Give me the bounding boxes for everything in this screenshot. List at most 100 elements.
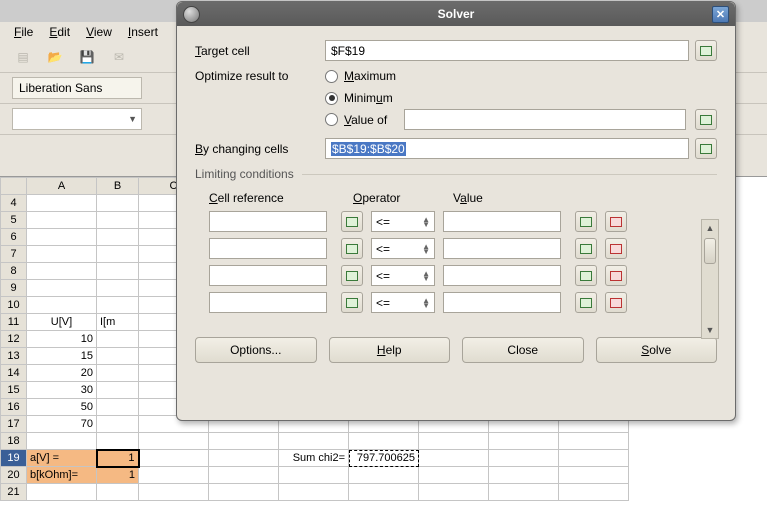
col-header-A[interactable]: A (27, 178, 97, 195)
row-header[interactable]: 21 (1, 484, 27, 501)
row-header[interactable]: 12 (1, 331, 27, 348)
operator-select[interactable]: <=▲▼ (371, 265, 435, 286)
row-header[interactable]: 4 (1, 195, 27, 212)
shrink-icon (580, 244, 592, 254)
cell[interactable]: 30 (27, 382, 97, 399)
cell[interactable]: U[V] (27, 314, 97, 331)
operator-select[interactable]: <=▲▼ (371, 292, 435, 313)
value-input[interactable] (443, 238, 561, 259)
operator-select[interactable]: <=▲▼ (371, 211, 435, 232)
row-header[interactable]: 6 (1, 229, 27, 246)
conditions-scrollbar[interactable]: ▲ ▼ (701, 219, 719, 339)
row-header[interactable]: 18 (1, 433, 27, 450)
row-header[interactable]: 14 (1, 365, 27, 382)
row-header[interactable]: 17 (1, 416, 27, 433)
cell[interactable]: b[kOhm]= (27, 467, 97, 484)
row-header[interactable]: 10 (1, 297, 27, 314)
dialog-titlebar[interactable]: Solver ✕ (177, 2, 735, 26)
target-cell-label: Target cell (195, 44, 325, 58)
mail-icon[interactable]: ✉ (108, 46, 130, 68)
shrink-icon (346, 271, 358, 281)
radio-maximum[interactable] (325, 70, 338, 83)
row-header[interactable]: 15 (1, 382, 27, 399)
cell[interactable]: a[V] = (27, 450, 97, 467)
radio-minimum[interactable] (325, 92, 338, 105)
save-icon[interactable]: 💾 (76, 46, 98, 68)
new-icon[interactable]: ▤ (12, 46, 34, 68)
cellref-picker[interactable] (341, 292, 363, 313)
radio-valueof-label: Value of (344, 113, 387, 127)
cellref-input[interactable] (209, 292, 327, 313)
value-picker[interactable] (575, 211, 597, 232)
close-icon[interactable]: ✕ (712, 6, 729, 23)
value-input[interactable] (443, 211, 561, 232)
value-picker[interactable] (575, 265, 597, 286)
delete-condition-button[interactable] (605, 265, 627, 286)
cell-active[interactable]: 1 (97, 450, 139, 467)
row-header-selected[interactable]: 19 (1, 450, 27, 467)
delete-condition-button[interactable] (605, 238, 627, 259)
row-header[interactable]: 20 (1, 467, 27, 484)
help-button[interactable]: Help (329, 337, 451, 363)
radio-valueof[interactable] (325, 113, 338, 126)
condition-row: <=▲▼ (209, 211, 717, 232)
cell[interactable]: I[m (97, 314, 139, 331)
row-header[interactable]: 11 (1, 314, 27, 331)
menu-file[interactable]: File (14, 25, 33, 39)
cellref-picker[interactable] (341, 211, 363, 232)
delete-icon (610, 217, 622, 227)
solve-button[interactable]: Solve (596, 337, 718, 363)
value-picker[interactable] (575, 292, 597, 313)
scroll-thumb[interactable] (704, 238, 716, 264)
shrink-icon (346, 244, 358, 254)
changing-cells-picker[interactable] (695, 138, 717, 159)
row-header[interactable]: 7 (1, 246, 27, 263)
options-button[interactable]: Options... (195, 337, 317, 363)
cell[interactable]: 1 (97, 467, 139, 484)
row-header[interactable]: 13 (1, 348, 27, 365)
condition-row: <=▲▼ (209, 292, 717, 313)
window-menu-icon[interactable] (183, 6, 200, 23)
font-name-box[interactable]: Liberation Sans (12, 77, 142, 99)
value-input[interactable] (443, 265, 561, 286)
row-header[interactable]: 16 (1, 399, 27, 416)
menu-insert[interactable]: Insert (128, 25, 158, 39)
changing-cells-input[interactable]: $B$19:$B$20 (325, 138, 689, 159)
condition-row: <=▲▼ (209, 238, 717, 259)
cellref-input[interactable] (209, 211, 327, 232)
cell[interactable]: 15 (27, 348, 97, 365)
row-header[interactable]: 9 (1, 280, 27, 297)
cell[interactable]: Sum chi2= (279, 450, 349, 467)
valueof-picker[interactable] (695, 109, 717, 130)
shrink-icon (700, 46, 712, 56)
cell[interactable]: 10 (27, 331, 97, 348)
menu-view[interactable]: View (86, 25, 112, 39)
scroll-down-icon[interactable]: ▼ (702, 322, 718, 338)
delete-condition-button[interactable] (605, 211, 627, 232)
open-icon[interactable]: 📂 (44, 46, 66, 68)
cell-sumchi2[interactable]: 797.700625 (349, 450, 419, 467)
row-header[interactable]: 8 (1, 263, 27, 280)
corner-header[interactable] (1, 178, 27, 195)
operator-select[interactable]: <=▲▼ (371, 238, 435, 259)
target-cell-input[interactable] (325, 40, 689, 61)
cell[interactable]: 70 (27, 416, 97, 433)
cellref-picker[interactable] (341, 265, 363, 286)
cell[interactable]: 20 (27, 365, 97, 382)
cellref-input[interactable] (209, 265, 327, 286)
menu-edit[interactable]: Edit (49, 25, 70, 39)
col-header-B[interactable]: B (97, 178, 139, 195)
cell[interactable]: 50 (27, 399, 97, 416)
cellref-input[interactable] (209, 238, 327, 259)
row-header[interactable]: 5 (1, 212, 27, 229)
value-picker[interactable] (575, 238, 597, 259)
scroll-up-icon[interactable]: ▲ (702, 220, 718, 236)
cellref-picker[interactable] (341, 238, 363, 259)
font-name-text: Liberation Sans (19, 81, 102, 95)
name-box[interactable]: ▼ (12, 108, 142, 130)
target-cell-picker[interactable] (695, 40, 717, 61)
delete-condition-button[interactable] (605, 292, 627, 313)
valueof-input[interactable] (404, 109, 686, 130)
value-input[interactable] (443, 292, 561, 313)
close-button[interactable]: Close (462, 337, 584, 363)
